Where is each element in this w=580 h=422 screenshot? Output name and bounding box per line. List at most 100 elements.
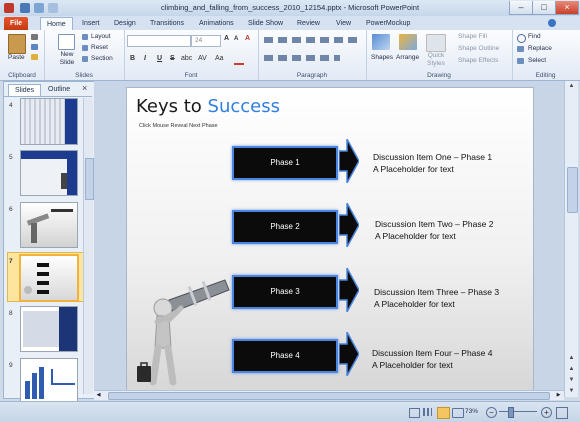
clear-formatting-button[interactable]: A [245,35,250,42]
format-painter-icon[interactable] [31,54,38,60]
character-spacing-button[interactable]: AV [198,55,207,62]
shrink-font-button[interactable]: A [234,36,238,42]
phase-box-1[interactable]: Phase 1 [232,146,338,180]
strikethrough-button[interactable]: S [170,55,175,62]
slides-panel: Slides Outline × 4 5 6 7 8 9 [3,81,95,404]
paste-button[interactable]: Paste [8,54,25,61]
scroll-up-button-lower[interactable]: ▲ [565,353,578,364]
discussion-item-4[interactable]: Discussion Item Four – Phase 4 A Placehol… [372,347,492,371]
quick-styles-button[interactable]: Quick Styles [423,52,449,68]
horizontal-scroll-thumb[interactable] [108,392,550,400]
tab-design[interactable]: Design [108,17,142,30]
normal-view-icon[interactable] [409,408,420,418]
slide-thumbnail-9[interactable] [20,358,78,404]
tab-powermockup[interactable]: PowerMockup [360,17,416,30]
tab-home[interactable]: Home [40,17,73,31]
panel-scroll-thumb[interactable] [85,158,94,200]
change-case-button[interactable]: Aa [215,55,224,62]
zoom-slider-track[interactable] [499,411,537,412]
bold-button[interactable]: B [130,55,135,62]
font-size-input[interactable]: 24 [191,35,221,47]
new-slide-button[interactable]: New Slide [55,51,79,67]
discussion-item-1-title: Discussion Item One – Phase 1 [373,152,493,162]
tab-insert[interactable]: Insert [76,17,106,30]
phase-arrow-4 [339,332,359,376]
help-icon[interactable] [548,19,556,27]
tab-slide-show[interactable]: Slide Show [242,17,289,30]
copy-icon[interactable] [31,44,38,50]
editing-group: Find Replace Select Editing [512,30,579,80]
scroll-left-button[interactable]: ◀ [94,391,103,400]
font-color-icon[interactable] [234,55,244,65]
cut-icon[interactable] [31,34,38,40]
zoom-level[interactable]: 73% [465,408,478,415]
slide-canvas[interactable]: Keys to Success Click Mouse Reveal Next … [126,87,534,392]
italic-button[interactable]: I [144,55,146,62]
slide-thumbnail-6[interactable] [20,202,78,248]
font-group: 24 A A A B I U S abc AV Aa Font [124,30,259,80]
layout-button[interactable]: Layout [91,33,111,40]
grow-font-button[interactable]: A [224,35,229,42]
phase-box-4[interactable]: Phase 4 [232,339,338,373]
tab-file[interactable]: File [4,17,29,30]
reset-button[interactable]: Reset [91,44,108,51]
slide-thumbnail-7[interactable] [19,254,79,302]
slide-sorter-icon[interactable] [423,408,432,416]
discussion-item-3[interactable]: Discussion Item Three – Phase 3 A Placeho… [374,286,499,310]
slide-thumbnail-8[interactable] [20,306,78,352]
tab-review[interactable]: Review [291,17,326,30]
slide-subtitle[interactable]: Click Mouse Reveal Next Phase [139,123,218,129]
discussion-item-1[interactable]: Discussion Item One – Phase 1 A Placehold… [373,151,492,175]
minimize-button[interactable]: – [509,1,533,15]
shapes-button[interactable]: Shapes [371,54,393,61]
slide-title[interactable]: Keys to Success [136,96,280,117]
discussion-item-2[interactable]: Discussion Item Two – Phase 2 A Placehold… [375,218,493,242]
replace-button[interactable]: Replace [528,45,552,52]
next-slide-button[interactable]: ▼ [565,375,578,386]
slides-label: Slides [75,72,93,79]
select-button[interactable]: Select [528,57,546,64]
section-button[interactable]: Section [91,55,113,62]
vertical-scrollbar[interactable]: ▲ ▲ ▲ ▼ ▼ [564,81,578,397]
scroll-up-button[interactable]: ▲ [565,81,578,92]
scroll-down-button[interactable]: ▼ [565,386,578,397]
tab-outline[interactable]: Outline [42,84,76,95]
new-slide-icon [58,34,75,50]
shape-outline-button[interactable]: Shape Outline [458,45,499,52]
status-bar: 73% − + [0,401,580,422]
phase-box-2[interactable]: Phase 2 [232,210,338,244]
scroll-right-button[interactable]: ▶ [554,391,563,400]
panel-scrollbar[interactable] [83,98,94,394]
zoom-slider-thumb[interactable] [508,407,514,418]
reading-view-icon[interactable] [437,407,450,419]
vertical-scroll-thumb[interactable] [567,167,578,213]
tab-slides[interactable]: Slides [8,84,42,96]
fit-slide-icon[interactable] [556,407,568,419]
shape-effects-button[interactable]: Shape Effects [458,57,498,64]
tab-view[interactable]: View [330,17,357,30]
slide-thumbnail-5[interactable] [20,150,78,196]
slide-thumbnail-4[interactable] [20,98,78,145]
section-icon [82,56,88,62]
font-name-input[interactable] [127,35,191,47]
horizontal-scrollbar[interactable]: ◀ ▶ [94,390,564,400]
tab-animations[interactable]: Animations [193,17,240,30]
discussion-item-4-text: A Placeholder for text [372,360,453,370]
close-panel-icon[interactable]: × [82,83,87,93]
alignment-icons[interactable] [264,55,340,61]
find-button[interactable]: Find [528,33,541,40]
maximize-button[interactable]: □ [532,1,556,15]
slide-show-icon[interactable] [452,408,464,418]
phase-box-3[interactable]: Phase 3 [232,275,338,309]
shape-fill-button[interactable]: Shape Fill [458,33,487,40]
slide-title-accent: Success [207,96,280,117]
tab-transitions[interactable]: Transitions [144,17,190,30]
list-indent-icons[interactable] [264,37,360,43]
zoom-in-button[interactable]: + [541,407,552,418]
arrange-button[interactable]: Arrange [396,54,419,61]
close-button[interactable]: × [555,1,579,15]
previous-slide-button[interactable]: ▲ [565,364,578,375]
text-shadow-button[interactable]: abc [181,55,192,62]
underline-button[interactable]: U [157,55,162,62]
zoom-out-button[interactable]: − [486,407,497,418]
